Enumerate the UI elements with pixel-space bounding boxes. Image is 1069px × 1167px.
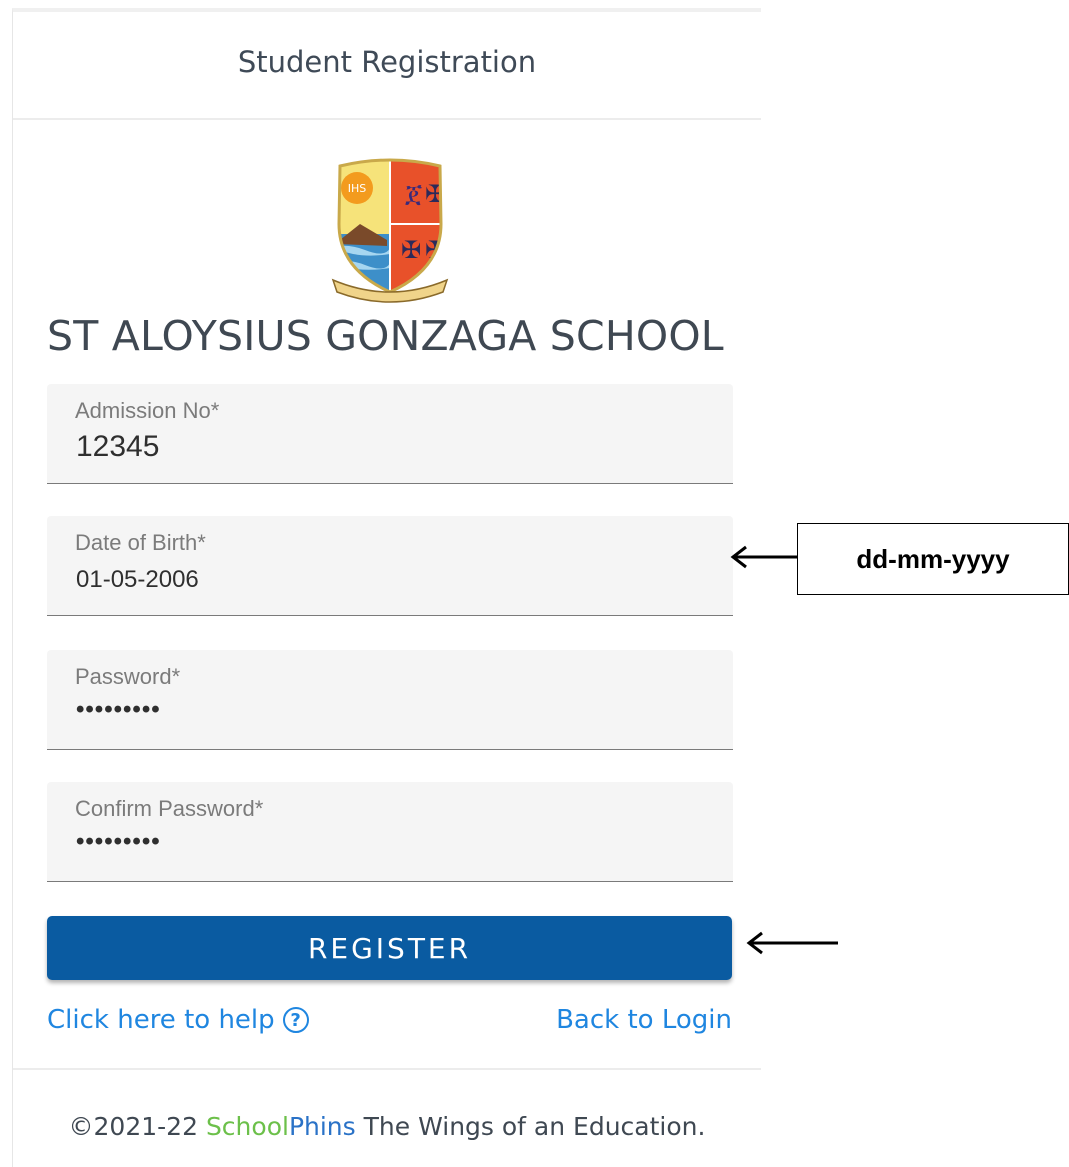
page-title: Student Registration — [237, 45, 537, 79]
brand-phins: Phins — [288, 1112, 356, 1141]
question-circle-icon: ? — [282, 1007, 309, 1033]
date-of-birth-field[interactable]: Date of Birth* — [47, 516, 733, 616]
admission-no-input[interactable] — [76, 430, 676, 464]
footer-prefix: ©2021-22 — [68, 1112, 206, 1141]
date-of-birth-label: Date of Birth* — [75, 530, 206, 555]
help-link-label: Click here to help — [47, 1005, 275, 1035]
register-annotation-arrow-icon — [746, 931, 838, 955]
svg-text:ጀ: ጀ — [405, 179, 423, 209]
help-link[interactable]: Click here to help ? — [47, 1005, 309, 1035]
admission-no-label: Admission No* — [75, 398, 220, 423]
brand-school: School — [205, 1112, 289, 1141]
school-name: ST ALOYSIUS GONZAGA SCHOOL — [47, 312, 724, 360]
card-header: Student Registration — [13, 12, 761, 120]
dob-annotation-arrow-icon — [730, 545, 798, 569]
footer-divider — [13, 1068, 761, 1070]
footer-suffix: The Wings of an Education. — [355, 1112, 706, 1141]
password-input[interactable] — [76, 696, 676, 724]
svg-text:✠: ✠ — [401, 236, 421, 264]
confirm-password-field[interactable]: Confirm Password* — [47, 782, 733, 882]
confirm-password-input[interactable] — [76, 828, 676, 856]
svg-text:IHS: IHS — [348, 182, 367, 195]
password-field[interactable]: Password* — [47, 650, 733, 750]
date-of-birth-input[interactable] — [76, 566, 676, 594]
school-crest-logo: IHS ጀ ✠ ✠ ✠ — [331, 158, 449, 303]
footer-copyright: ©2021-22 SchoolPhins The Wings of an Edu… — [13, 1112, 761, 1141]
back-to-login-link[interactable]: Back to Login — [556, 1005, 732, 1035]
registration-card: Student Registration IHS ጀ ✠ ✠ ✠ ST ALOY… — [12, 8, 761, 1167]
dob-format-annotation: dd-mm-yyyy — [797, 523, 1069, 595]
admission-no-field[interactable]: Admission No* — [47, 384, 733, 484]
password-label: Password* — [75, 664, 181, 689]
confirm-password-label: Confirm Password* — [75, 796, 264, 821]
register-button[interactable]: REGISTER — [47, 916, 732, 980]
